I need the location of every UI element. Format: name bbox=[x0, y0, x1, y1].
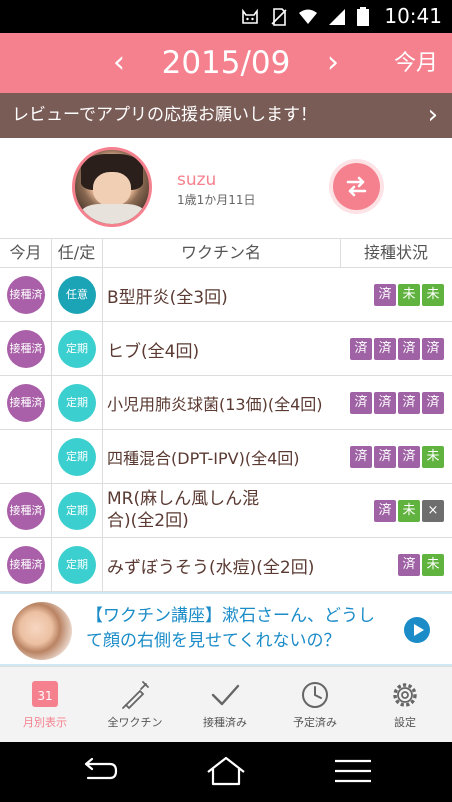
dose-chip: 済 bbox=[398, 392, 420, 414]
vaccine-name: 四種混合(DPT-IPV)(全4回) bbox=[107, 449, 300, 468]
dose-status: 済 未 × bbox=[374, 500, 444, 522]
signal-icon bbox=[327, 7, 347, 27]
type-badge: 任意 bbox=[58, 276, 96, 314]
this-month-badge: 接種済 bbox=[7, 276, 45, 314]
dose-chip: 未 bbox=[398, 284, 420, 306]
vaccine-row[interactable]: 接種済 定期 ヒブ(全4回) 済 済 済 済 bbox=[0, 322, 452, 376]
type-badge: 定期 bbox=[58, 438, 96, 476]
home-icon[interactable] bbox=[206, 756, 246, 786]
dose-chip: 未 bbox=[398, 500, 420, 522]
dose-status: 済 済 済 済 bbox=[350, 392, 444, 414]
dose-chip: 済 bbox=[398, 554, 420, 576]
dose-chip: 済 bbox=[398, 338, 420, 360]
system-nav-bar bbox=[0, 742, 452, 802]
dose-status: 済 未 bbox=[398, 554, 444, 576]
dose-status: 済 済 済 未 bbox=[350, 446, 444, 468]
header-this-month: 今月 bbox=[9, 243, 42, 262]
header-status: 接種状況 bbox=[363, 243, 428, 262]
vaccine-row[interactable]: 接種済 定期 みずぼうそう(水痘)(全2回) 済 未 bbox=[0, 538, 452, 592]
switch-child-button[interactable] bbox=[333, 163, 380, 210]
ad-text: 【ワクチン講座】漱石さーん、どうして顔の右側を見せてくれないの？ bbox=[86, 606, 375, 651]
menu-icon[interactable] bbox=[333, 756, 373, 786]
tab-settings[interactable]: 設定 bbox=[360, 667, 450, 743]
type-badge: 定期 bbox=[58, 384, 96, 422]
tab-all-vaccines[interactable]: 全ワクチン bbox=[90, 667, 180, 743]
dose-chip: 済 bbox=[374, 392, 396, 414]
review-banner-text: レビューでアプリの応援お願いします！ bbox=[12, 105, 317, 125]
swap-arrows-icon bbox=[346, 176, 367, 197]
vaccine-row[interactable]: 接種済 任意 B型肝炎(全3回) 済 未 未 bbox=[0, 268, 452, 322]
gear-icon bbox=[390, 679, 420, 711]
vaccine-name: みずぼうそう(水痘)(全2回) bbox=[107, 558, 315, 578]
dose-chip: 済 bbox=[374, 338, 396, 360]
dose-chip: 済 bbox=[422, 392, 444, 414]
clock-icon bbox=[300, 679, 330, 711]
clock-time: 10:41 bbox=[384, 4, 442, 28]
vaccine-name: 小児用肺炎球菌(13価)(全4回) bbox=[107, 395, 323, 414]
month-header: ‹ 2015/09 › 今月 bbox=[0, 33, 452, 93]
vaccine-row[interactable]: 接種済 定期 小児用肺炎球菌(13価)(全4回) 済 済 済 済 bbox=[0, 376, 452, 430]
header-vaccine-name: ワクチン名 bbox=[180, 243, 261, 262]
checkmark-icon bbox=[210, 679, 240, 711]
this-month-badge: 接種済 bbox=[7, 546, 45, 584]
child-profile: suzu 1歳1か月11日 bbox=[0, 138, 452, 238]
dose-chip: 済 bbox=[350, 446, 372, 468]
tab-scheduled[interactable]: 予定済み bbox=[270, 667, 360, 743]
this-month-badge: 接種済 bbox=[7, 384, 45, 422]
syringe-icon bbox=[120, 679, 150, 711]
app-screen: 10:41 ‹ 2015/09 › 今月 レビューでアプリの応援お願いします！ … bbox=[0, 0, 452, 802]
next-month-button[interactable]: › bbox=[318, 44, 348, 82]
ad-thumbnail bbox=[12, 602, 72, 660]
dose-chip: 未 bbox=[422, 554, 444, 576]
ad-banner[interactable]: 【ワクチン講座】漱石さーん、どうして顔の右側を見せてくれないの？ bbox=[0, 592, 452, 666]
dose-chip: 済 bbox=[374, 446, 396, 468]
this-month-badge: 接種済 bbox=[7, 330, 45, 368]
month-title: 2015/09 bbox=[161, 45, 291, 81]
this-month-button[interactable]: 今月 bbox=[394, 49, 438, 79]
vaccine-row[interactable]: 定期 四種混合(DPT-IPV)(全4回) 済 済 済 未 bbox=[0, 430, 452, 484]
dose-chip: 済 bbox=[422, 338, 444, 360]
chevron-right-icon: › bbox=[427, 100, 438, 130]
type-badge: 定期 bbox=[58, 330, 96, 368]
back-icon[interactable] bbox=[78, 756, 118, 786]
cat-notification-icon bbox=[240, 7, 260, 27]
child-age: 1歳1か月11日 bbox=[177, 193, 256, 207]
vaccine-row[interactable]: 接種済 定期 MR(麻しん風しん混合)(全2回) 済 未 × bbox=[0, 484, 452, 538]
avatar[interactable] bbox=[72, 147, 152, 227]
no-sim-icon bbox=[269, 7, 289, 27]
header-type: 任/定 bbox=[57, 243, 96, 262]
vaccine-name: ヒブ(全4回) bbox=[107, 342, 200, 362]
status-bar: 10:41 bbox=[0, 0, 452, 33]
type-badge: 定期 bbox=[58, 546, 96, 584]
play-icon[interactable] bbox=[404, 617, 430, 643]
dose-chip: 済 bbox=[374, 500, 396, 522]
dose-chip: 済 bbox=[350, 392, 372, 414]
dose-chip: 済 bbox=[350, 338, 372, 360]
dose-chip: 済 bbox=[374, 284, 396, 306]
status-icons bbox=[240, 6, 370, 28]
tab-vaccinated[interactable]: 接種済み bbox=[180, 667, 270, 743]
dose-status: 済 未 未 bbox=[374, 284, 444, 306]
vaccine-name: B型肝炎(全3回) bbox=[107, 288, 228, 308]
wifi-icon bbox=[298, 7, 318, 27]
type-badge: 定期 bbox=[58, 492, 96, 530]
dose-status: 済 済 済 済 bbox=[350, 338, 444, 360]
dose-chip: × bbox=[422, 500, 444, 522]
vaccine-name: MR(麻しん風しん混合)(全2回) bbox=[107, 489, 260, 531]
child-name: suzu bbox=[177, 170, 217, 190]
battery-icon bbox=[356, 7, 370, 27]
tab-monthly-view[interactable]: 31 月別表示 bbox=[0, 667, 90, 743]
calendar-icon: 31 bbox=[30, 679, 60, 711]
dose-chip: 済 bbox=[398, 446, 420, 468]
bottom-tab-bar: 31 月別表示 全ワクチン 接種済み 予定済み 設定 bbox=[0, 666, 452, 742]
review-banner[interactable]: レビューでアプリの応援お願いします！ › bbox=[0, 93, 452, 138]
vaccine-table-header: 今月 任/定 ワクチン名 接種状況 bbox=[0, 238, 452, 268]
dose-chip: 未 bbox=[422, 284, 444, 306]
dose-chip: 未 bbox=[422, 446, 444, 468]
this-month-badge: 接種済 bbox=[7, 492, 45, 530]
